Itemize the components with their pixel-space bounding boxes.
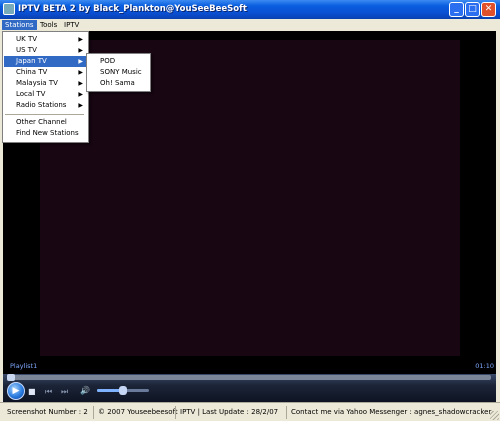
window-title: IPTV BETA 2 by Black_Plankton@YouSeeBeeS… (18, 4, 247, 14)
app-icon[interactable] (3, 3, 15, 15)
stop-icon[interactable]: ■ (28, 387, 36, 396)
playlist-label[interactable]: Playlist1 (10, 362, 37, 370)
status-copyright: © 2007 Youseebeesoft (93, 406, 178, 419)
seek-bar[interactable] (7, 374, 491, 381)
close-button[interactable]: ✕ (481, 2, 496, 17)
seek-thumb[interactable] (7, 374, 15, 381)
play-button[interactable]: ▶ (7, 382, 25, 400)
app-window: IPTV BETA 2 by Black_Plankton@YouSeeBeeS… (0, 0, 500, 421)
menu-item-malaysia-tv[interactable]: Malaysia TV ▶ (4, 78, 87, 89)
menu-item-us-tv[interactable]: US TV ▶ (4, 45, 87, 56)
previous-icon[interactable]: ⏮ (45, 387, 52, 397)
submenu-item-oh-sama[interactable]: Oh! Sama (88, 78, 149, 89)
menu-item-japan-tv[interactable]: Japan TV ▶ (4, 56, 87, 67)
menu-item-other-channel[interactable]: Other Channel (4, 117, 87, 128)
submenu-arrow-icon: ▶ (78, 80, 83, 87)
submenu-arrow-icon: ▶ (78, 58, 83, 65)
submenu-arrow-icon: ▶ (78, 91, 83, 98)
player-controls: ▶ ■ ⏮ ⏭ 🔊 (3, 374, 496, 402)
status-bar: Screenshot Number : 2 © 2007 Youseebeeso… (0, 402, 500, 421)
volume-knob[interactable] (119, 386, 127, 395)
stations-menu: UK TV ▶ US TV ▶ Japan TV ▶ China TV ▶ Malays… (2, 31, 89, 143)
submenu-arrow-icon: ▶ (78, 102, 83, 109)
submenu-arrow-icon: ▶ (78, 69, 83, 76)
menu-item-uk-tv[interactable]: UK TV ▶ (4, 34, 87, 45)
volume-slider[interactable] (97, 386, 149, 395)
status-last-update: IPTV | Last Update : 28/2/07 (175, 406, 278, 419)
menu-separator (5, 114, 84, 115)
japan-tv-submenu: POD SONY Music Oh! Sama (86, 53, 151, 92)
submenu-arrow-icon: ▶ (78, 36, 83, 43)
menu-item-local-tv[interactable]: Local TV ▶ (4, 89, 87, 100)
menu-stations[interactable]: Stations (2, 20, 37, 30)
menu-item-china-tv[interactable]: China TV ▶ (4, 67, 87, 78)
submenu-arrow-icon: ▶ (78, 47, 83, 54)
volume-icon[interactable]: 🔊 (80, 386, 90, 395)
menu-item-find-new-stations[interactable]: Find New Stations (4, 128, 87, 139)
submenu-item-pod[interactable]: POD (88, 56, 149, 67)
menu-bar: Stations Tools IPTV (0, 19, 500, 31)
minimize-button[interactable]: _ (449, 2, 464, 17)
time-display: 01:10 (475, 362, 494, 370)
status-contact: Contact me via Yahoo Messenger : agnes_s… (286, 406, 491, 419)
menu-item-radio-stations[interactable]: Radio Stations ▶ (4, 100, 87, 111)
next-icon[interactable]: ⏭ (61, 387, 68, 397)
resize-grip-icon[interactable] (490, 411, 499, 420)
title-bar[interactable]: IPTV BETA 2 by Black_Plankton@YouSeeBeeS… (0, 0, 500, 19)
maximize-button[interactable]: □ (465, 2, 480, 17)
menu-iptv[interactable]: IPTV (61, 20, 82, 30)
status-screenshot-number: Screenshot Number : 2 (7, 408, 88, 416)
menu-tools[interactable]: Tools (37, 20, 60, 30)
submenu-item-sony-music[interactable]: SONY Music (88, 67, 149, 78)
